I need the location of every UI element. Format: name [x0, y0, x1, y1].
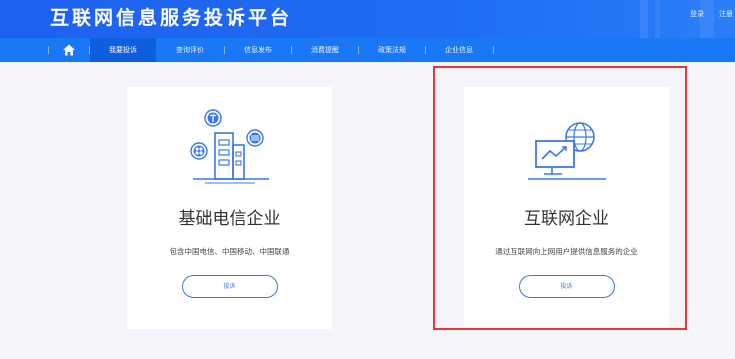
internet-monitor-globe-icon	[527, 122, 606, 180]
site-header: 互联网信息服务投诉平台 登录 注册	[0, 0, 735, 38]
home-icon[interactable]	[62, 43, 76, 57]
tab-file-complaint[interactable]: 我要投诉	[90, 38, 156, 62]
main-nav: 我要投诉 查询评价 信息发布 消费提醒 政策法规 企业信息	[0, 38, 735, 62]
login-link[interactable]: 登录	[690, 9, 704, 19]
tab-policies[interactable]: 政策法规	[359, 38, 425, 62]
card-title: 基础电信企业	[178, 209, 281, 229]
telecom-building-icon	[189, 109, 269, 184]
card-title: 互联网企业	[524, 209, 609, 229]
nav-separator	[493, 46, 494, 54]
telecom-enterprise-card[interactable]: 基础电信企业 包含中国电信、中国移动、中国联通 投诉	[127, 87, 332, 329]
register-link[interactable]: 注册	[719, 9, 733, 19]
header-decoration	[700, 0, 714, 38]
internet-complaint-button[interactable]: 投诉	[518, 275, 615, 298]
header-decoration	[640, 0, 648, 38]
nav-separator	[48, 46, 49, 54]
tab-info-release[interactable]: 信息发布	[226, 38, 290, 62]
telecom-complaint-button[interactable]: 投诉	[181, 275, 278, 298]
tab-consumer-alerts[interactable]: 消费提醒	[292, 38, 358, 62]
internet-enterprise-card[interactable]: 互联网企业 通过互联网向上网用户提供信息服务的企业 投诉	[464, 87, 669, 329]
card-description: 包含中国电信、中国移动、中国联通	[169, 247, 290, 256]
site-title: 互联网信息服务投诉平台	[50, 7, 293, 29]
nav-separator	[224, 46, 225, 54]
tab-enterprise-info[interactable]: 企业信息	[426, 38, 492, 62]
card-description: 通过互联网向上网用户提供信息服务的企业	[495, 247, 638, 256]
tab-query-evaluation[interactable]: 查询评价	[158, 38, 222, 62]
header-decoration	[655, 0, 660, 38]
